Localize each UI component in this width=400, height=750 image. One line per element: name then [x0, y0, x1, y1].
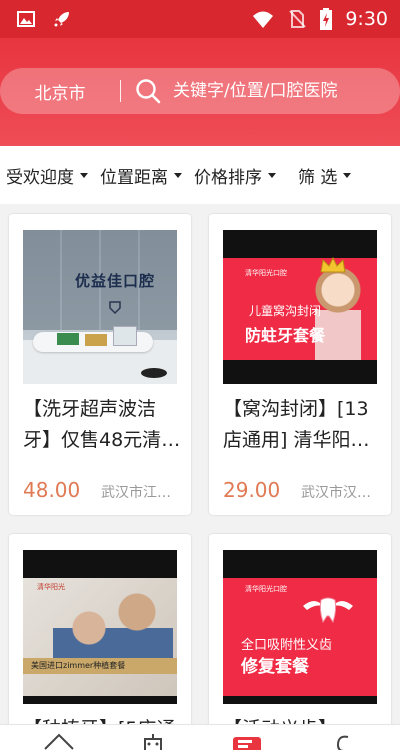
- status-time: 9:30: [345, 8, 388, 30]
- product-card[interactable]: 清华阳光 美国进口zimmer种植套餐 【种植牙】[5店通用]: [9, 534, 191, 724]
- product-grid: 优益佳口腔 【洗牙超声波洁牙】仅售48元清洁口腔 48.00 武汉市江汉区 清华…: [0, 204, 400, 724]
- promo-line-1: 全口吸附性义齿: [241, 638, 333, 653]
- battery-charging-icon: [320, 8, 333, 30]
- crown-icon: [320, 256, 346, 273]
- brand-logo: 清华阳光口腔: [245, 585, 287, 593]
- product-price: 48.00: [23, 478, 81, 502]
- product-title: 【窝沟封闭】[13店通用] 清华阳光口腔: [223, 398, 370, 451]
- product-image-denture: 清华阳光口腔 全口吸附性义齿 修复套餐: [223, 550, 377, 704]
- robot-icon[interactable]: [136, 731, 170, 750]
- wifi-icon: [253, 11, 274, 28]
- search-header: 北京市: [0, 38, 400, 146]
- winged-tooth-icon: [303, 597, 353, 624]
- filter-popularity[interactable]: 受欢迎度: [6, 163, 88, 188]
- home-icon[interactable]: [42, 731, 76, 750]
- promo-line-2: 防蛀牙套餐: [245, 326, 326, 345]
- product-location: 武汉市江汉区: [101, 485, 181, 501]
- product-location: 武汉市汉阳区: [301, 485, 381, 501]
- product-card[interactable]: 清华阳光口腔 全口吸附性义齿 修复套餐 【活动义齿】: [209, 534, 391, 724]
- product-card[interactable]: 优益佳口腔 【洗牙超声波洁牙】仅售48元清洁口腔 48.00 武汉市江汉区: [9, 214, 191, 515]
- product-price: 29.00: [223, 478, 281, 502]
- product-image-sealant: 清华阳光口腔 儿童窝沟封闭 防蛀牙套餐: [223, 230, 377, 384]
- search-input[interactable]: [173, 81, 400, 101]
- product-title: 【活动义齿】: [223, 714, 381, 724]
- product-image-implant: 清华阳光 美国进口zimmer种植套餐: [23, 550, 177, 704]
- filter-label: 受欢迎度: [6, 167, 74, 188]
- filter-label: 位置距离: [100, 167, 168, 188]
- search-divider: [120, 80, 121, 102]
- rocket-icon: [54, 12, 69, 27]
- no-sim-icon: [289, 10, 307, 28]
- elderly-couple-photo: [53, 580, 173, 660]
- orders-icon[interactable]: [230, 731, 264, 750]
- profile-icon[interactable]: [326, 731, 360, 750]
- promo-line-2: 修复套餐: [241, 657, 309, 677]
- caret-down-icon: [174, 172, 182, 178]
- filter-label: 价格排序: [194, 167, 262, 188]
- search-icon[interactable]: [135, 78, 161, 104]
- product-image-clinic: 优益佳口腔: [23, 230, 177, 384]
- filter-label: 筛 选: [298, 167, 338, 188]
- caret-down-icon: [268, 172, 276, 178]
- filter-screen[interactable]: 筛 选: [298, 163, 352, 188]
- promo-line-1: 儿童窝沟封闭: [249, 304, 322, 318]
- promo-caption: 美国进口zimmer种植套餐: [31, 661, 126, 670]
- brand-logo: 清华阳光口腔: [245, 269, 287, 277]
- product-title: 【洗牙超声波洁牙】仅售48元清洁口腔: [23, 398, 181, 451]
- status-bar: 9:30: [0, 0, 400, 38]
- clinic-sign: 优益佳口腔: [75, 272, 156, 290]
- clinic-logo-icon: [109, 301, 121, 314]
- product-title: 【种植牙】[5店通用]: [23, 714, 181, 724]
- caret-down-icon: [80, 172, 88, 178]
- filter-price-sort[interactable]: 价格排序: [194, 163, 276, 188]
- search-bar[interactable]: 北京市: [0, 68, 400, 114]
- filter-distance[interactable]: 位置距离: [100, 163, 182, 188]
- caret-down-icon: [343, 172, 352, 178]
- city-selector[interactable]: 北京市: [0, 79, 120, 104]
- product-card[interactable]: 清华阳光口腔 儿童窝沟封闭 防蛀牙套餐 【窝沟封闭】[13店通用] 清华阳光口腔…: [209, 214, 391, 515]
- image-icon: [17, 11, 35, 27]
- filter-bar: 受欢迎度 位置距离 价格排序 筛 选: [0, 146, 400, 204]
- bottom-nav: [0, 724, 400, 750]
